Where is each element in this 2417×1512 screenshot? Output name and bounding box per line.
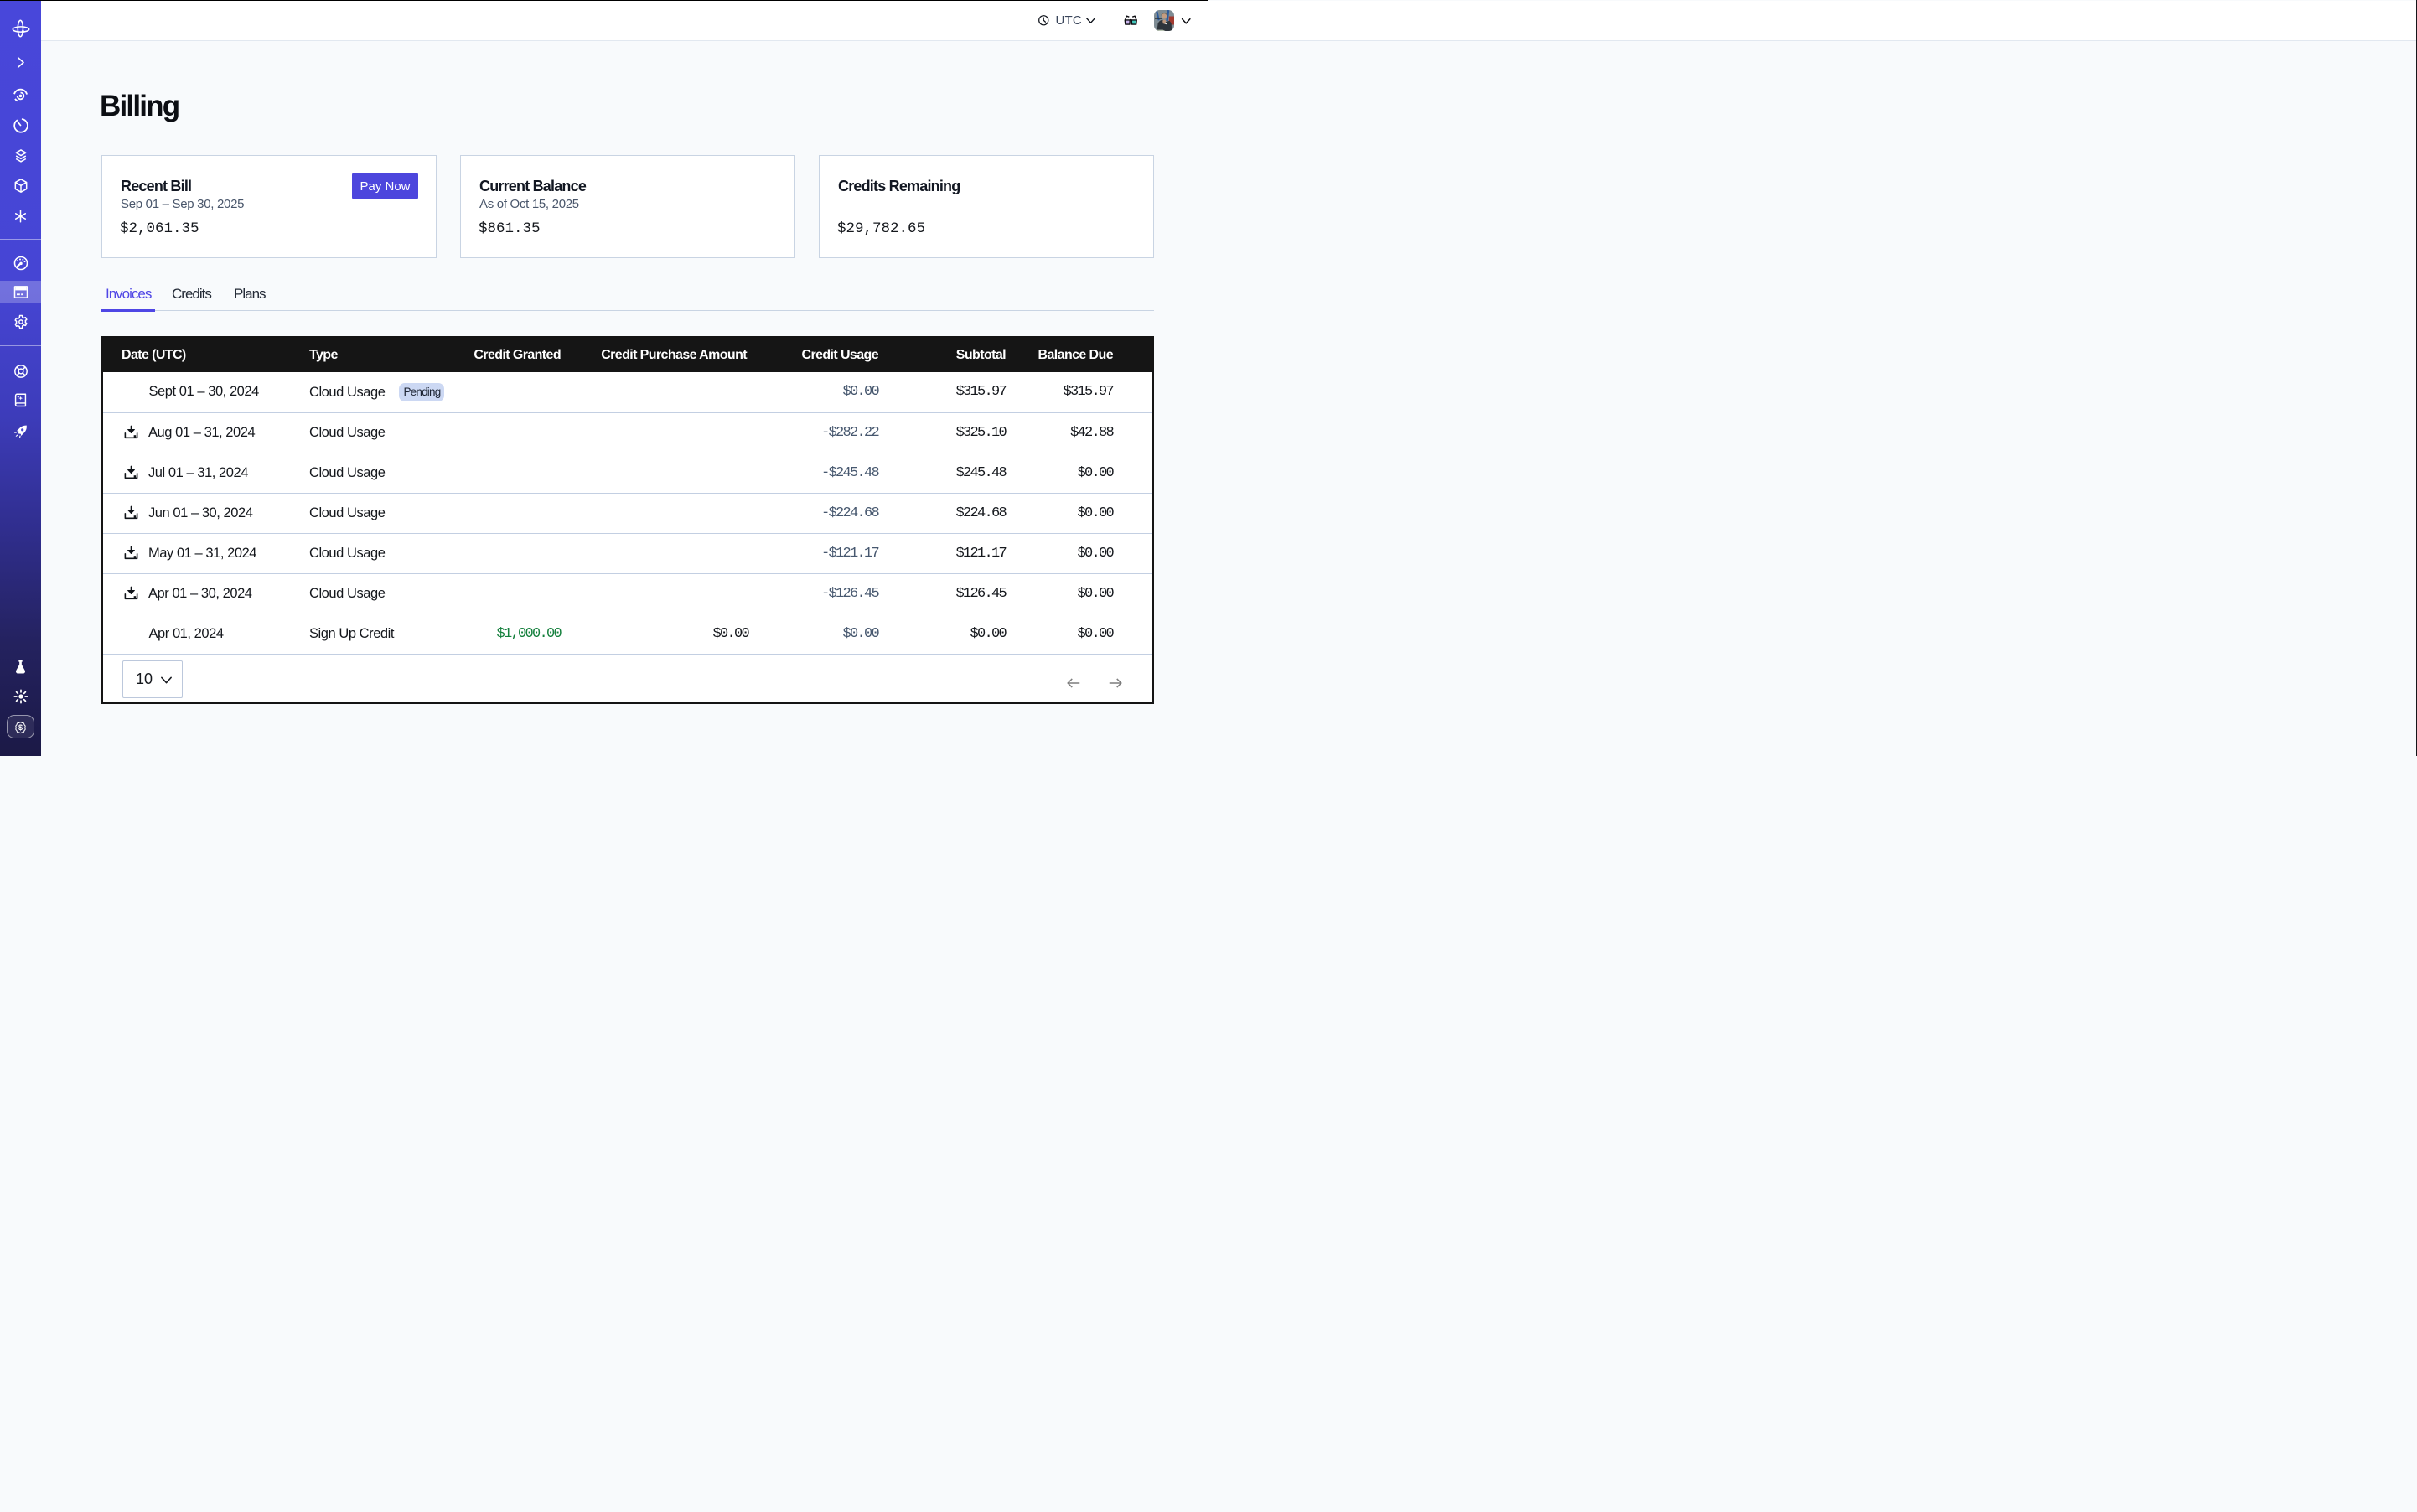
svg-text:$: $: [18, 722, 23, 731]
